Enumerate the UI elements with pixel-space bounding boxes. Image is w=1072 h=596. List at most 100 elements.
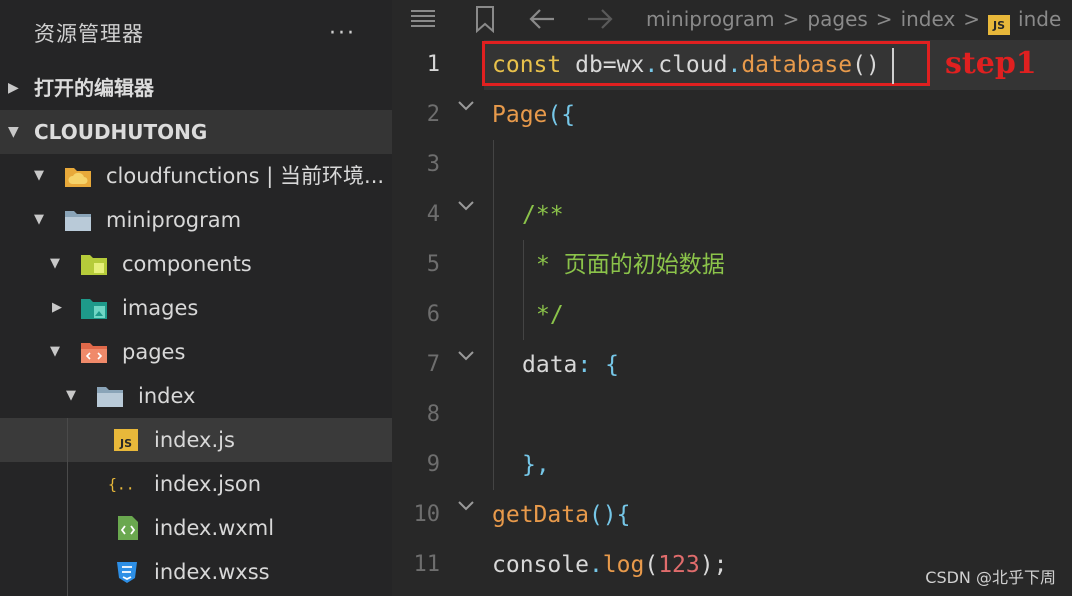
chevron-down-icon: ▼ bbox=[50, 256, 60, 271]
tree-item-images[interactable]: ▶ images bbox=[0, 286, 392, 330]
svg-text:JS: JS bbox=[119, 437, 132, 450]
tree-item-label: index.wxml bbox=[154, 516, 275, 540]
editor-toolbar: miniprogram > pages > index > JS inde bbox=[392, 0, 1072, 38]
tree-item-label: miniprogram bbox=[106, 208, 242, 232]
forward-arrow-icon[interactable] bbox=[584, 5, 614, 33]
breadcrumb-item[interactable]: inde bbox=[1018, 7, 1061, 31]
code-token: . bbox=[588, 552, 603, 578]
open-editors-section[interactable]: ▶ 打开的编辑器 bbox=[0, 66, 392, 110]
breadcrumb-item[interactable]: pages bbox=[807, 7, 867, 31]
css-file-icon bbox=[117, 562, 137, 583]
bookmark-icon[interactable] bbox=[470, 5, 500, 33]
tree-item-label: cloudfunctions | 当前环境... bbox=[106, 164, 385, 188]
line-number: 11 bbox=[413, 552, 441, 577]
tree-item-label: components bbox=[122, 252, 252, 276]
code-line-11[interactable]: console.log(123); bbox=[492, 540, 727, 590]
fold-chevron-icon[interactable] bbox=[456, 340, 476, 390]
more-actions-button[interactable]: ··· bbox=[329, 21, 356, 46]
js-file-icon: JS bbox=[988, 15, 1011, 35]
indent-guide bbox=[493, 140, 494, 490]
svg-text:{..}: {..} bbox=[108, 476, 136, 493]
tree-item-components[interactable]: ▼ components bbox=[0, 242, 392, 286]
pages-folder-icon bbox=[81, 343, 107, 363]
text-cursor bbox=[892, 48, 894, 84]
code-token: console bbox=[492, 552, 589, 578]
breadcrumb: miniprogram > pages > index > JS inde bbox=[646, 0, 1061, 38]
tree-item-label: index.json bbox=[154, 472, 262, 496]
line-number: 4 bbox=[426, 202, 440, 227]
explorer-sidebar: 资源管理器 ··· ▶ 打开的编辑器 ▼ CLOUDHUTONG ▼ cloud… bbox=[0, 0, 392, 596]
code-comment: */ bbox=[536, 302, 564, 328]
images-folder-icon bbox=[81, 299, 107, 319]
wxml-file-icon bbox=[118, 516, 138, 540]
fold-chevron-icon[interactable] bbox=[456, 490, 476, 540]
tree-item-index-json[interactable]: {..} index.json bbox=[0, 462, 392, 506]
code-line-6[interactable]: */ bbox=[536, 290, 564, 340]
project-section[interactable]: ▼ CLOUDHUTONG bbox=[0, 110, 392, 154]
chevron-down-icon: ▼ bbox=[34, 212, 44, 227]
line-number: 5 bbox=[426, 252, 440, 277]
project-label: CLOUDHUTONG bbox=[34, 120, 208, 144]
cloud-folder-icon bbox=[65, 168, 91, 187]
chevron-down-icon: ▼ bbox=[8, 124, 19, 140]
code-line-10[interactable]: getData(){ bbox=[492, 490, 630, 540]
code-line-9[interactable]: }, bbox=[522, 440, 550, 490]
line-number: 1 bbox=[426, 52, 440, 77]
line-number: 8 bbox=[426, 402, 440, 427]
folder-open-icon bbox=[97, 387, 123, 407]
json-file-icon: {..} bbox=[108, 476, 136, 493]
line-number: 2 bbox=[426, 102, 440, 127]
line-number: 9 bbox=[426, 452, 440, 477]
code-token: getData bbox=[492, 502, 589, 528]
tree-item-label: images bbox=[122, 296, 199, 320]
fold-chevron-icon[interactable] bbox=[456, 190, 476, 240]
tree-item-pages[interactable]: ▼ pages bbox=[0, 330, 392, 374]
code-line-2[interactable]: Page({ bbox=[492, 90, 575, 140]
code-token: ({ bbox=[547, 102, 576, 128]
explorer-header: 资源管理器 ··· bbox=[0, 0, 392, 66]
explorer-title: 资源管理器 bbox=[34, 22, 144, 46]
open-editors-label: 打开的编辑器 bbox=[34, 76, 154, 100]
tree-item-label: pages bbox=[122, 340, 186, 364]
tree-item-index-wxml[interactable]: index.wxml bbox=[0, 506, 392, 550]
tree-item-label: index.wxss bbox=[154, 560, 270, 584]
breadcrumb-item[interactable]: miniprogram bbox=[646, 7, 775, 31]
tree-item-index-folder[interactable]: ▼ index bbox=[0, 374, 392, 418]
indent-guide bbox=[523, 240, 524, 340]
js-file-icon: JS bbox=[114, 429, 138, 451]
annotation-box bbox=[482, 41, 930, 86]
chevron-right-icon: > bbox=[875, 7, 893, 31]
chevron-right-icon: ▶ bbox=[52, 300, 62, 315]
code-token: data bbox=[522, 352, 578, 378]
list-icon[interactable] bbox=[408, 5, 438, 33]
tree-item-cloudfunctions[interactable]: ▼ cloudfunctions | 当前环境... bbox=[0, 154, 392, 198]
breadcrumb-item[interactable]: index bbox=[901, 7, 956, 31]
chevron-right-icon: > bbox=[782, 7, 800, 31]
tree-item-miniprogram[interactable]: ▼ miniprogram bbox=[0, 198, 392, 242]
line-number: 10 bbox=[413, 502, 441, 527]
code-token: : { bbox=[577, 352, 619, 378]
code-line-7[interactable]: data: { bbox=[522, 340, 619, 390]
back-arrow-icon[interactable] bbox=[528, 5, 558, 33]
tree-item-label: index.js bbox=[154, 428, 235, 452]
ide-window: 资源管理器 ··· ▶ 打开的编辑器 ▼ CLOUDHUTONG ▼ cloud… bbox=[0, 0, 1072, 596]
tree-item-index-js[interactable]: JS index.js bbox=[0, 418, 392, 462]
chevron-right-icon: ▶ bbox=[8, 80, 19, 96]
chevron-right-icon: > bbox=[963, 7, 981, 31]
code-line-5[interactable]: * 页面的初始数据 bbox=[536, 240, 725, 290]
chevron-down-icon: ▼ bbox=[66, 388, 76, 403]
line-number: 3 bbox=[426, 152, 440, 177]
tree-item-index-wxss[interactable]: index.wxss bbox=[0, 550, 392, 594]
line-number: 7 bbox=[426, 352, 440, 377]
fold-chevron-icon[interactable] bbox=[456, 90, 476, 140]
code-editor[interactable]: miniprogram > pages > index > JS inde 1 2 3 4 5… bbox=[392, 0, 1072, 596]
chevron-down-icon: ▼ bbox=[50, 344, 60, 359]
code-line-4[interactable]: /** bbox=[522, 190, 564, 240]
code-token: (){ bbox=[588, 502, 631, 528]
code-token: 123 bbox=[658, 552, 700, 578]
code-token: }, bbox=[522, 452, 550, 478]
code-token: log bbox=[602, 552, 645, 578]
line-number: 6 bbox=[426, 302, 440, 327]
code-token: ( bbox=[644, 552, 659, 578]
folder-open-icon bbox=[65, 211, 91, 231]
